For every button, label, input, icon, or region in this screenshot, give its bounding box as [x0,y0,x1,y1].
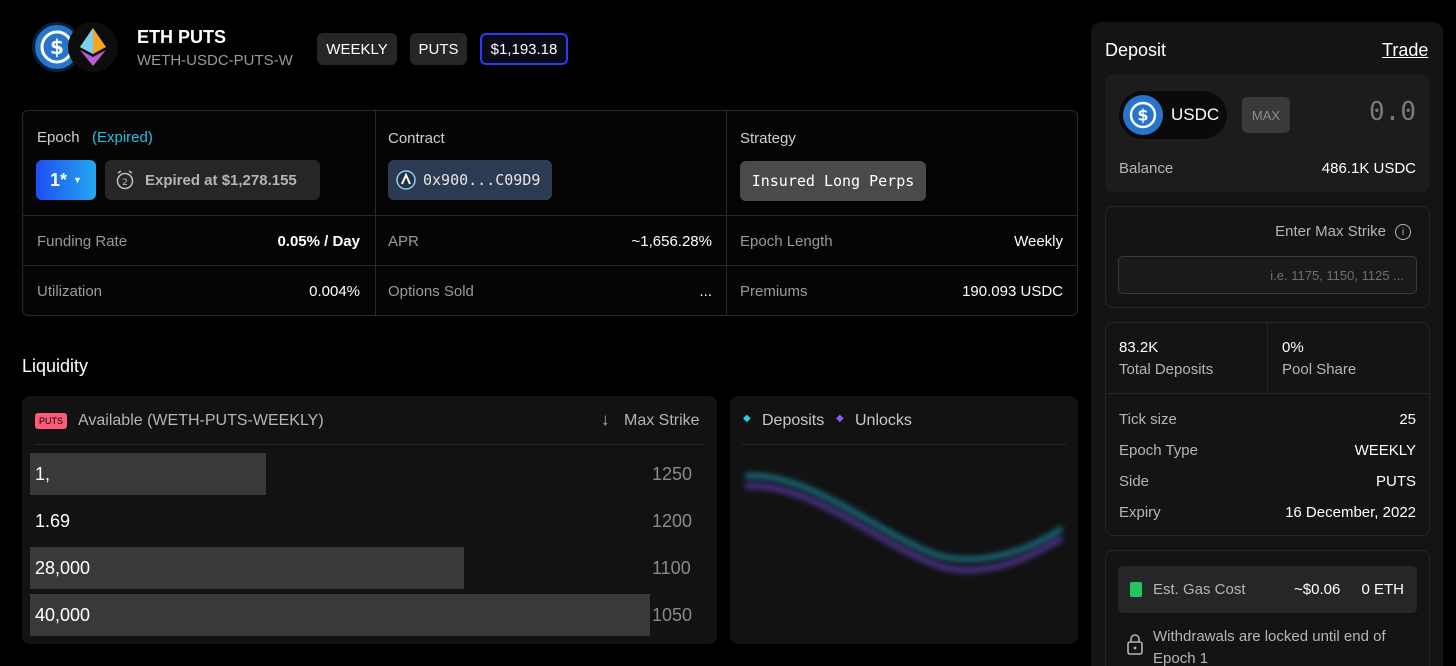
epoch-type-value: WEEKLY [1354,442,1416,459]
epoch-label: Epoch [37,129,80,146]
svg-text:$: $ [50,35,64,59]
gas-pump-icon [1130,582,1142,597]
usdc-icon: $ [1123,95,1163,135]
chevron-down-icon: ▼ [73,175,82,185]
expired-text: Expired at $1,278.155 [145,171,297,189]
liquidity-bar [30,453,266,495]
options-sold-label: Options Sold [388,283,474,300]
liquidity-chart [730,396,1078,644]
expired-badge: 2 Expired at $1,278.155 [105,160,320,200]
epoch-length-label: Epoch Length [740,233,833,250]
page-title: ETH PUTS [137,27,227,47]
tick-size-label: Tick size [1119,411,1177,428]
liquidity-bar [30,594,650,636]
gas-eth: 0 ETH [1361,581,1404,598]
pool-share-label: Pool Share [1282,361,1357,378]
tag-puts: PUTS [410,33,467,65]
deposits-legend-icon: ◆ [743,413,751,424]
arrow-down-icon: ↓ [601,410,610,429]
svg-text:$: $ [1137,106,1148,125]
premiums-value: 190.093 USDC [962,283,1063,300]
svg-text:2: 2 [122,178,128,188]
available-label: Available (WETH-PUTS-WEEKLY) [78,412,324,429]
utilization-value: 0.004% [309,283,360,300]
contract-label: Contract [388,130,445,147]
eth-token-icon [68,22,118,72]
side-value: PUTS [1375,473,1416,490]
balance-value: 486.1K USDC [1321,160,1416,177]
options-sold-value: ... [699,283,712,300]
epoch-length-value: Weekly [1014,233,1063,250]
funding-rate-label: Funding Rate [37,233,128,250]
strategy-badge: Insured Long Perps [740,161,926,201]
liquidity-bar [30,547,464,589]
lock-icon [1127,634,1143,655]
token-label: USDC [1171,105,1220,124]
max-strike-placeholder: i.e. 1175, 1150, 1125 ... [1270,267,1404,283]
puts-badge: PUTS [35,413,68,429]
expiry-label: Expiry [1119,504,1161,521]
token-select[interactable]: $ USDC [1119,91,1227,139]
side-label: Side [1119,473,1150,490]
epoch-status: (Expired) [92,129,153,146]
max-strike-label: Enter Max Strike [1275,223,1386,240]
epoch-info-grid [22,110,1078,316]
strategy-label: Strategy [740,130,796,147]
funding-rate-value: 0.05% / Day [277,233,360,250]
pool-subtitle: WETH-USDC-PUTS-W [137,52,293,69]
total-deposits-label: Total Deposits [1119,361,1214,378]
contract-address-button[interactable]: 0x900...C09D9 [388,160,552,200]
liquidity-strike: 1100 [652,558,691,578]
max-button[interactable]: MAX [1242,97,1290,133]
liquidity-amount: 40,000 [35,605,91,625]
liquidity-amount: 28,000 [35,558,91,578]
unlocks-series-line [744,482,1064,574]
liquidity-amount: 1.69 [35,511,71,531]
unlocks-legend-icon: ◆ [836,413,844,424]
trade-link[interactable]: Trade [1382,40,1428,61]
max-strike-input[interactable]: i.e. 1175, 1150, 1125 ... [1118,256,1417,294]
deposits-legend: Deposits [762,412,825,429]
pool-share-value: 0% [1282,339,1304,356]
liquidity-amount: 1, [35,464,51,484]
liquidity-chart-plot [744,473,1064,574]
utilization-label: Utilization [37,283,103,300]
contract-address: 0x900...C09D9 [423,171,541,189]
deposit-title: Deposit [1105,40,1167,60]
epoch-select-value: 1* [50,169,68,190]
timer-icon: 2 [116,170,134,190]
premiums-label: Premiums [740,283,808,300]
total-deposits-value: 83.2K [1119,339,1159,356]
apr-label: APR [388,233,419,250]
liquidity-strike: 1250 [652,464,693,484]
unlocks-legend: Unlocks [855,412,912,429]
gas-value: ~$0.06 [1294,581,1341,598]
expiry-value: 16 December, 2022 [1285,504,1416,521]
price-badge: $1,193.18 [480,33,568,65]
liquidity-strike: 1050 [652,605,693,625]
epoch-type-label: Epoch Type [1119,442,1198,459]
arbitrum-icon [396,170,416,190]
tick-size-value: 25 [1399,411,1416,428]
sort-max-strike[interactable]: Max Strike [624,412,700,430]
gas-label: Est. Gas Cost [1153,581,1246,598]
deposit-amount-input[interactable]: 0.0 [1369,97,1416,127]
balance-label: Balance [1119,160,1174,177]
liquidity-strike: 1200 [652,511,693,531]
epoch-select[interactable]: 1* ▼ [36,160,96,200]
liquidity-title: Liquidity [22,356,89,376]
tag-weekly: WEEKLY [317,33,397,65]
apr-value: ~1,656.28% [631,233,713,250]
withdraw-note: Withdrawals are locked until end of Epoc… [1153,628,1386,666]
info-icon[interactable]: i [1395,224,1411,240]
